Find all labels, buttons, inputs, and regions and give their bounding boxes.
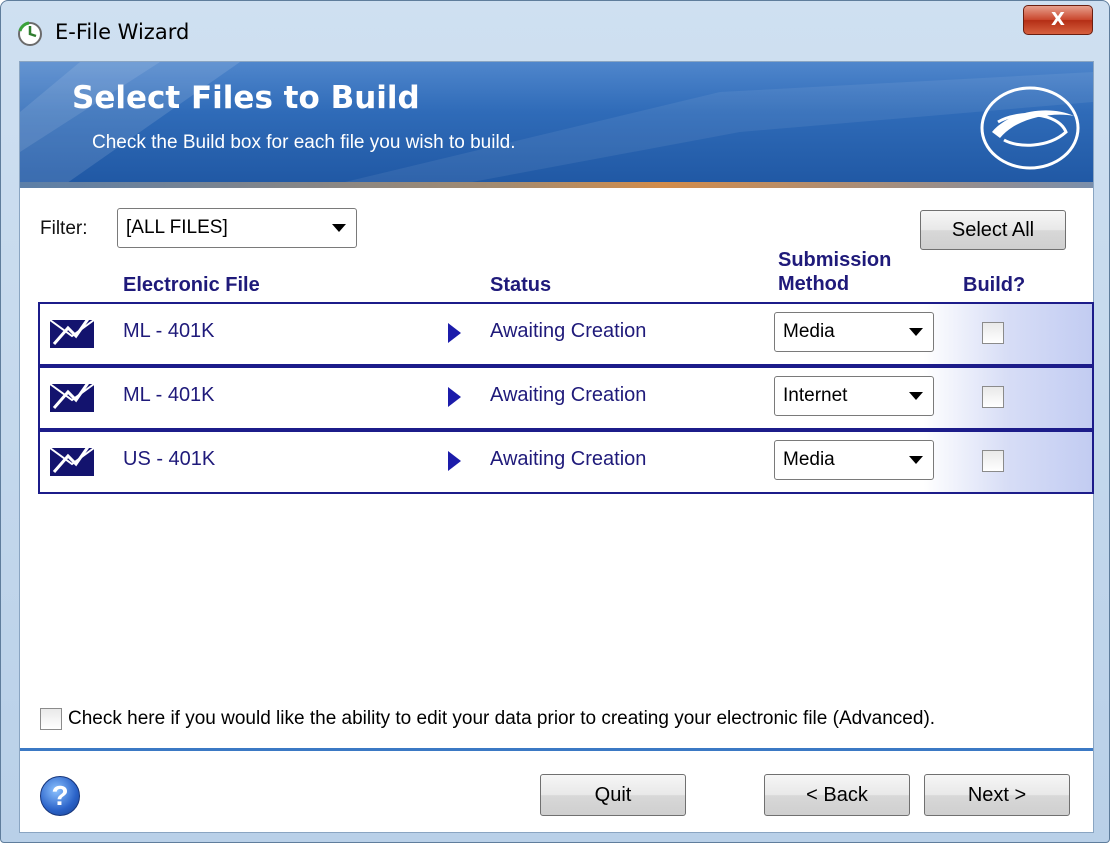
column-header-method: Submission Method xyxy=(778,248,891,296)
close-button[interactable]: X xyxy=(1023,5,1093,35)
wizard-client-area: Select Files to Build Check the Build bo… xyxy=(19,61,1094,833)
file-status: Awaiting Creation xyxy=(490,320,647,342)
banner-accent-strip xyxy=(20,182,1093,188)
quit-button[interactable]: Quit xyxy=(540,774,686,816)
submission-method-value: Media xyxy=(783,449,835,470)
column-header-file: Electronic File xyxy=(123,274,260,296)
filter-label: Filter: xyxy=(40,218,88,239)
e-logo-icon xyxy=(980,86,1080,170)
envelope-icon xyxy=(49,443,95,476)
submission-method-value: Internet xyxy=(783,385,848,406)
filter-value: [ALL FILES] xyxy=(126,217,228,238)
submission-method-dropdown[interactable]: Media xyxy=(774,440,934,480)
column-header-status: Status xyxy=(490,274,552,296)
file-name: ML - 401K xyxy=(123,384,215,406)
play-arrow-icon[interactable] xyxy=(448,451,461,471)
column-header-build: Build? xyxy=(963,274,1026,296)
file-name: ML - 401K xyxy=(123,320,215,342)
page-title: Select Files to Build xyxy=(72,80,420,116)
envelope-icon xyxy=(49,315,95,348)
column-header-method-line1: Submission xyxy=(778,249,892,271)
file-status: Awaiting Creation xyxy=(490,448,647,470)
build-checkbox[interactable] xyxy=(982,450,1004,472)
advanced-edit-label[interactable]: Check here if you would like the ability… xyxy=(68,708,935,730)
page-subtitle: Check the Build box for each file you wi… xyxy=(92,132,516,153)
chevron-down-icon xyxy=(909,328,923,336)
close-icon: X xyxy=(1051,9,1065,30)
advanced-edit-checkbox[interactable] xyxy=(40,708,62,730)
submission-method-dropdown[interactable]: Internet xyxy=(774,376,934,416)
play-arrow-icon[interactable] xyxy=(448,323,461,343)
help-icon[interactable]: ? xyxy=(40,776,80,816)
title-bar[interactable]: E-File Wizard X xyxy=(1,1,1109,61)
file-row[interactable]: ML - 401K Awaiting Creation Internet xyxy=(38,366,1094,430)
file-status: Awaiting Creation xyxy=(490,384,647,406)
chevron-down-icon xyxy=(332,224,346,232)
chevron-down-icon xyxy=(909,456,923,464)
play-arrow-icon[interactable] xyxy=(448,387,461,407)
footer-divider xyxy=(20,748,1093,751)
submission-method-value: Media xyxy=(783,321,835,342)
file-name: US - 401K xyxy=(123,448,216,470)
file-row[interactable]: ML - 401K Awaiting Creation Media xyxy=(38,302,1094,366)
submission-method-dropdown[interactable]: Media xyxy=(774,312,934,352)
envelope-icon xyxy=(49,379,95,412)
select-all-button[interactable]: Select All xyxy=(920,210,1066,250)
clock-app-icon xyxy=(18,21,42,46)
e-file-wizard-window: E-File Wizard X Select Files to Build Ch… xyxy=(0,0,1110,843)
file-row[interactable]: US - 401K Awaiting Creation Media xyxy=(38,430,1094,494)
filter-dropdown[interactable]: [ALL FILES] xyxy=(117,208,357,248)
header-banner: Select Files to Build Check the Build bo… xyxy=(20,62,1093,188)
chevron-down-icon xyxy=(909,392,923,400)
next-button[interactable]: Next > xyxy=(924,774,1070,816)
window-title: E-File Wizard xyxy=(55,20,190,44)
back-button[interactable]: < Back xyxy=(764,774,910,816)
build-checkbox[interactable] xyxy=(982,322,1004,344)
column-header-method-line2: Method xyxy=(778,273,850,295)
build-checkbox[interactable] xyxy=(982,386,1004,408)
